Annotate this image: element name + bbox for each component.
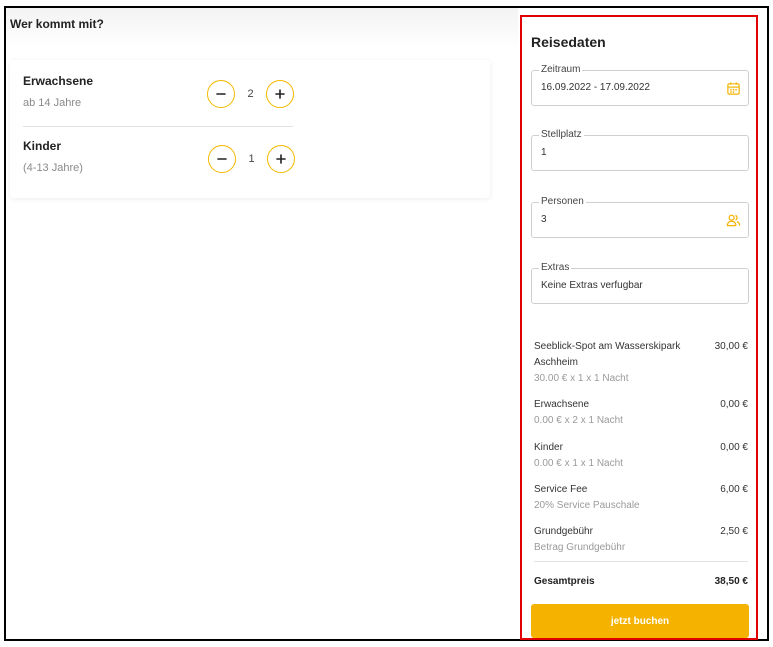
price-line-adults: Erwachsene 0.00 € x 2 x 1 Nacht 0,00 € <box>534 397 748 429</box>
persons-field[interactable]: Personen 3 <box>531 196 749 238</box>
price-detail: 0.00 € x 1 x 1 Nacht <box>534 458 623 469</box>
minus-icon <box>217 158 227 160</box>
price-amount: 30,00 € <box>714 341 748 352</box>
price-amount: 0,00 € <box>720 399 748 410</box>
extras-value: Keine Extras verfugbar <box>541 280 643 291</box>
price-detail: 30.00 € x 1 x 1 Nacht <box>534 373 629 384</box>
pitch-value: 1 <box>541 147 547 158</box>
date-range-value: 16.09.2022 - 17.09.2022 <box>541 82 650 93</box>
children-stepper: 1 <box>208 145 295 173</box>
children-count: 1 <box>248 153 255 165</box>
price-line-children: Kinder 0.00 € x 1 x 1 Nacht 0,00 € <box>534 440 748 472</box>
plus-icon <box>276 154 286 164</box>
price-name: Kinder <box>534 442 563 453</box>
adults-increment-button[interactable] <box>266 80 294 108</box>
price-name: Seeblick-Spot am Wasserskipark Aschheim <box>534 341 681 368</box>
total-amount: 38,50 € <box>714 576 748 587</box>
price-amount: 6,00 € <box>720 484 748 495</box>
field-legend: Extras <box>539 262 572 274</box>
price-line-base-fee: Grundgebühr Betrag Grundgebühr 2,50 € <box>534 524 748 556</box>
field-legend: Personen <box>539 196 586 208</box>
book-now-button[interactable]: jetzt buchen <box>531 604 749 638</box>
pitch-field[interactable]: Stellplatz 1 <box>531 129 749 171</box>
field-legend: Zeitraum <box>539 64 583 76</box>
adults-decrement-button[interactable] <box>207 80 235 108</box>
price-amount: 0,00 € <box>720 442 748 453</box>
guest-card: Erwachsene ab 14 Jahre 2 Kinder (4-13 Ja… <box>10 60 490 198</box>
extras-field[interactable]: Extras Keine Extras verfugbar <box>531 262 749 304</box>
persons-value: 3 <box>541 214 547 225</box>
calendar-icon[interactable] <box>726 81 741 96</box>
adults-stepper: 2 <box>207 80 294 108</box>
price-detail: Betrag Grundgebühr <box>534 542 626 553</box>
children-increment-button[interactable] <box>267 145 295 173</box>
price-amount: 2,50 € <box>720 526 748 537</box>
price-name: Grundgebühr <box>534 526 593 537</box>
date-range-field[interactable]: Zeitraum 16.09.2022 - 17.09.2022 <box>531 64 749 106</box>
price-name: Service Fee <box>534 484 588 495</box>
guests-title: Wer kommt mit? <box>10 17 104 31</box>
price-detail: 0.00 € x 2 x 1 Nacht <box>534 415 623 426</box>
children-decrement-button[interactable] <box>208 145 236 173</box>
total-label: Gesamtpreis <box>534 576 595 587</box>
price-name: Erwachsene <box>534 399 590 410</box>
price-line-pitch: Seeblick-Spot am Wasserskipark Aschheim … <box>534 339 748 387</box>
price-line-service-fee: Service Fee 20% Service Pauschale 6,00 € <box>534 482 748 514</box>
field-legend: Stellplatz <box>539 129 584 141</box>
guest-row-divider <box>23 126 293 127</box>
sidebar-title: Reisedaten <box>531 34 606 50</box>
plus-icon <box>275 89 285 99</box>
adults-count: 2 <box>247 88 254 100</box>
total-divider <box>534 561 748 562</box>
users-icon[interactable] <box>726 213 741 228</box>
price-detail: 20% Service Pauschale <box>534 500 640 511</box>
minus-icon <box>216 93 226 95</box>
